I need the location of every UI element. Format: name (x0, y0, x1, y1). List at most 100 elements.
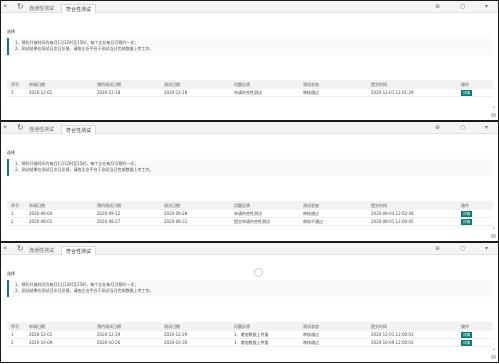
details-button[interactable]: 详情 (461, 90, 472, 96)
scroll-up-icon[interactable]: ▴ (493, 225, 495, 230)
table-header-row: 序号 申请日期 预约测试日期 测试日期 问题反馈 测试状态 提交时间 操作 (7, 322, 493, 331)
notice-box: 1、预约开放时间为每月1日12时至15时，每个企业每月可预约一次； 2、测试结果在… (7, 280, 493, 297)
table-cell: 2020-10-30 (164, 340, 188, 345)
column-header: 操作 (461, 324, 469, 329)
notice-line: 1、预约开放时间为每月1日12时至15时，每个企业每月可预约一次； (15, 40, 139, 45)
tab-compliance-test[interactable]: 符合性测试 (61, 246, 97, 256)
notice-line: 2、测试结果在测试日次日反馈，请各企业平台于测试当日完成数据上传工作。 (15, 167, 154, 172)
table-header-row: 序号 申请日期 预约测试日期 测试日期 问题反馈 测试状态 提交时间 操作 (7, 80, 493, 89)
table-cell: 2020-12-01 (29, 332, 53, 337)
column-header: 预约测试日期 (97, 324, 121, 329)
table-cell: 审核通过 (303, 90, 319, 95)
table-cell: 1 (11, 332, 14, 337)
table-header-row: 序号 申请日期 预约测试日期 测试日期 问题反馈 测试状态 提交时间 操作 (7, 201, 493, 210)
notice-line: 2、测试结果在测试日次日反馈，请各企业平台于测试当日完成数据上传工作。 (15, 46, 154, 51)
chevron-down-icon[interactable]: ▾ (485, 244, 488, 253)
column-header: 操作 (461, 203, 469, 208)
tab-connectivity-test[interactable]: 连通性测试 (25, 4, 58, 14)
chat-icon[interactable]: ⊕ (435, 244, 440, 253)
table-cell: 审核通过 (303, 332, 319, 337)
column-header: 申请日期 (29, 203, 45, 208)
chat-icon[interactable]: ⊕ (435, 2, 440, 11)
column-header: 问题反馈 (234, 203, 250, 208)
column-header: 提交时间 (371, 82, 387, 87)
details-button[interactable]: 详情 (461, 332, 472, 338)
scrollbar-thumb[interactable] (491, 355, 496, 359)
user-icon[interactable]: ○ (460, 123, 465, 132)
tab-compliance-test[interactable]: 符合性测试 (61, 4, 97, 14)
scrollbar-thumb[interactable] (491, 234, 496, 238)
chevron-down-icon[interactable]: ▾ (485, 123, 488, 132)
table-cell: 提交申请符合性测试 (234, 219, 270, 224)
notice-box: 1、预约开放时间为每月1日12时至15时，每个企业每月可预约一次； 2、测试结果在… (7, 38, 493, 55)
column-header: 问题反馈 (234, 324, 250, 329)
table-cell: 审核不通过 (303, 219, 323, 224)
action-cell: 详情 (461, 339, 485, 347)
column-header: 序号 (11, 82, 19, 87)
table-cell: 审核通过 (303, 340, 319, 345)
column-header: 提交时间 (371, 203, 387, 208)
table-cell: 2020-12-01 (29, 90, 53, 95)
column-header: 提交时间 (371, 324, 387, 329)
table-cell: 1、增加数据上传量 (234, 332, 269, 337)
chat-icon[interactable]: ⊕ (435, 123, 440, 132)
refresh-icon[interactable]: ↻ (17, 2, 24, 11)
notice-line: 1、预约开放时间为每月1日12时至15时，每个企业每月可预约一次； (15, 161, 139, 166)
chevron-down-icon[interactable]: ▾ (485, 2, 488, 11)
table-cell: 申请符合性测试 (234, 90, 262, 95)
table-cell: 2020-12-18 (164, 90, 188, 95)
table-cell: 2020-09-04 (29, 211, 53, 216)
table-cell: 2020-10-26 (97, 340, 121, 345)
table-cell: 2020-08-01 (29, 219, 53, 224)
table-row: 2 2020-10-09 2020-10-26 2020-10-30 1、增加数据上传量… (7, 339, 493, 347)
screenshot-stage: «↻ ⊕ ○ ▾ 连通性测试 符合性测试 选择 1、预约开放时间为每月1日12时至15时，每个… (0, 0, 499, 364)
scrollbar-thumb[interactable] (491, 113, 496, 117)
table-cell: 审核通过 (303, 211, 319, 216)
details-button[interactable]: 详情 (461, 211, 472, 217)
refresh-icon[interactable]: ↻ (17, 244, 24, 253)
action-cell: 详情 (461, 89, 485, 97)
details-button[interactable]: 详情 (461, 340, 472, 346)
table-cell: 2020-08-01 12:00:45 (371, 219, 414, 224)
scroll-up-icon[interactable]: ▴ (493, 104, 495, 109)
notice-line: 2、测试结果在测试日次日反馈，请各企业平台于测试当日完成数据上传工作。 (15, 288, 154, 293)
table-cell: 2020-09-04 12:02:48 (371, 211, 414, 216)
refresh-icon[interactable]: ↻ (17, 123, 24, 132)
double-chevron-left-icon[interactable]: « (3, 123, 7, 132)
table-cell: 2020-12-18 (97, 90, 121, 95)
user-icon[interactable]: ○ (460, 244, 465, 253)
table-cell: 2020-10-09 (29, 340, 53, 345)
table-row: 1 2020-12-01 2020-12-18 2020-12-18 申请符合性测试 审核… (7, 89, 493, 97)
double-chevron-left-icon[interactable]: « (3, 244, 7, 253)
column-header: 申请日期 (29, 324, 45, 329)
column-header: 测试日期 (164, 324, 180, 329)
table-cell: 申请符合性测试 (234, 211, 262, 216)
tab-connectivity-test[interactable]: 连通性测试 (25, 125, 58, 135)
table-cell: 2020-12-29 (97, 332, 121, 337)
column-header: 序号 (11, 324, 19, 329)
table-row: 2 2020-08-01 2020-08-27 2020-08-31 提交申请符合性测试… (7, 218, 493, 226)
table-cell: 2020-08-31 (164, 219, 188, 224)
table-cell: 2020-12-01 12:01:29 (371, 90, 414, 95)
table-cell: 2020-09-28 (164, 211, 188, 216)
column-header: 问题反馈 (234, 82, 250, 87)
column-header: 测试日期 (164, 203, 180, 208)
tab-connectivity-test[interactable]: 连通性测试 (25, 246, 58, 256)
user-icon[interactable]: ○ (460, 2, 465, 11)
section-label: 选择 (7, 29, 15, 34)
app-window: « ↻ ⊕ ○ ▾ 连通性测试 符合性测试选择 1、预约开放时间为每月1日12时至15时，每个… (0, 121, 499, 242)
table-cell: 1 (11, 211, 14, 216)
details-button[interactable]: 详情 (461, 219, 472, 225)
section-label: 选择 (7, 150, 15, 155)
tab-compliance-test[interactable]: 符合性测试 (61, 125, 97, 135)
column-header: 测试状态 (303, 324, 319, 329)
scroll-up-icon[interactable]: ▴ (493, 346, 495, 351)
table-cell: 2020-12-01 12:00:03 (371, 332, 414, 337)
table-cell: 1 (11, 90, 14, 95)
double-chevron-left-icon[interactable]: « (3, 2, 7, 11)
notice-box: 1、预约开放时间为每月1日12时至15时，每个企业每月可预约一次； 2、测试结果在… (7, 159, 493, 176)
table-cell: 2 (11, 340, 14, 345)
table-cell: 1、增加数据上传量 (234, 340, 269, 345)
column-header: 申请日期 (29, 82, 45, 87)
table-row: 1 2020-12-01 2020-12-29 2020-12-29 1、增加数据上传量… (7, 331, 493, 339)
